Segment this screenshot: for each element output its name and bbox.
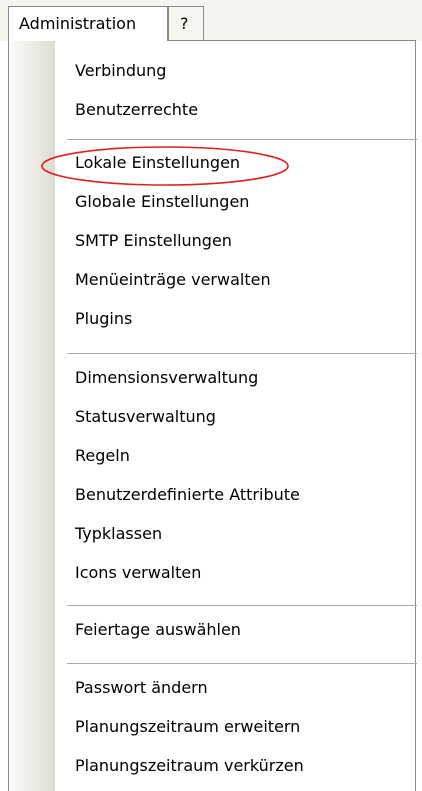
menu-icon-gutter: [9, 41, 55, 791]
menu-item-planungszeitraum-erweitern[interactable]: Planungszeitraum erweitern: [75, 715, 300, 739]
menu-item-icons-verwalten[interactable]: Icons verwalten: [75, 561, 201, 585]
administration-dropdown-menu: Verbindung Benutzerrechte Lokale Einstel…: [8, 40, 417, 791]
menu-item-typklassen[interactable]: Typklassen: [75, 522, 162, 546]
menu-item-planungszeitraum-verkuerzen[interactable]: Planungszeitraum verkürzen: [75, 754, 304, 778]
menu-separator: [67, 139, 417, 140]
menu-administration[interactable]: Administration: [8, 6, 168, 41]
menu-item-benutzerrechte[interactable]: Benutzerrechte: [75, 98, 198, 122]
menu-separator: [67, 353, 417, 354]
menu-separator: [67, 605, 417, 606]
menu-item-lokale-einstellungen[interactable]: Lokale Einstellungen: [75, 151, 240, 175]
menu-item-passwort-aendern[interactable]: Passwort ändern: [75, 676, 208, 700]
menu-item-menueintraege-verwalten[interactable]: Menüeinträge verwalten: [75, 268, 271, 292]
menu-item-plugins[interactable]: Plugins: [75, 307, 132, 331]
menu-item-dimensionsverwaltung[interactable]: Dimensionsverwaltung: [75, 366, 258, 390]
menu-item-feiertage-auswaehlen[interactable]: Feiertage auswählen: [75, 618, 241, 642]
menu-item-globale-einstellungen[interactable]: Globale Einstellungen: [75, 190, 249, 214]
menu-item-smtp-einstellungen[interactable]: SMTP Einstellungen: [75, 229, 232, 253]
menu-item-statusverwaltung[interactable]: Statusverwaltung: [75, 405, 216, 429]
menu-bar: Administration ?: [0, 0, 422, 41]
menu-separator: [67, 663, 417, 664]
menu-item-regeln[interactable]: Regeln: [75, 444, 130, 468]
menu-item-verbindung[interactable]: Verbindung: [75, 59, 166, 83]
menu-item-benutzerdefinierte-attribute[interactable]: Benutzerdefinierte Attribute: [75, 483, 300, 507]
menu-help[interactable]: ?: [168, 6, 204, 41]
